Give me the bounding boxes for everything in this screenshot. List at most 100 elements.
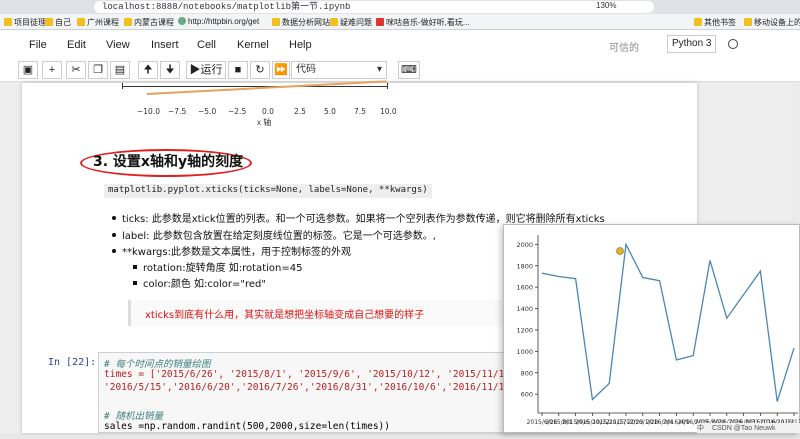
y-tick-label: 2000: [516, 241, 533, 249]
tick-label: 10.0: [380, 107, 397, 116]
folder-icon: [744, 18, 752, 26]
paste-icon[interactable]: ▤: [110, 61, 130, 79]
menu-kernel[interactable]: Kernel: [237, 39, 269, 51]
code-line: times = ['2015/6/26', '2015/8/1', '2015/…: [104, 369, 539, 380]
folder-icon: [272, 18, 280, 26]
chart-figure: 600 800 1000 1200 1400 1600 1800 2000 2015/6/26 2…: [503, 224, 800, 433]
y-tick-label: 1400: [516, 305, 533, 313]
folder-icon: [4, 18, 12, 26]
folder-icon: [45, 18, 53, 26]
tick-label: 2.5: [294, 107, 306, 116]
cell-type-select[interactable]: 代码 ▾: [291, 61, 387, 79]
kernel-status-icon: [728, 39, 738, 49]
watermark: CSDN @Tao Neuwk: [711, 425, 776, 432]
toolbar: ▣ + ✂ ❐ ▤ 🠉 🠋 ▶运行 ■ ↻ ⏩ 代码 ▾ ⌨: [0, 58, 800, 82]
menu-view[interactable]: View: [106, 39, 130, 51]
y-tick-label: 600: [521, 391, 533, 399]
menu-edit[interactable]: Edit: [67, 39, 86, 51]
trusted-indicator[interactable]: 可信的: [609, 39, 639, 54]
bullet-icon: [133, 281, 137, 285]
series-line: [541, 242, 795, 402]
y-tick-label: 1200: [516, 326, 533, 334]
cut-icon[interactable]: ✂: [66, 61, 86, 79]
run-icon: ▶: [189, 64, 201, 76]
y-tick-label: 1800: [516, 262, 533, 270]
code-line: # 每个时间点的销量绘图: [104, 359, 211, 370]
bullet-icon: [112, 233, 116, 237]
plot-axis-right: [387, 83, 388, 89]
run-button[interactable]: ▶运行: [186, 61, 226, 79]
bookmark-item[interactable]: 疑难问题: [330, 17, 372, 28]
bookmark-item[interactable]: 项目徒理: [4, 17, 46, 28]
tick-label: −10.0: [137, 107, 160, 116]
zoom-level[interactable]: 130%: [596, 1, 616, 10]
menu-help[interactable]: Help: [289, 39, 312, 51]
code-cell[interactable]: # 每个时间点的销量绘图 times = ['2015/6/26', '2015…: [98, 352, 539, 433]
bookmark-item[interactable]: 自己: [45, 17, 71, 28]
tick-label: 5.0: [324, 107, 336, 116]
bookmark-item[interactable]: 内蒙古课程: [124, 17, 174, 28]
menu-insert[interactable]: Insert: [151, 39, 179, 51]
music-icon: [376, 18, 384, 26]
run-label: 运行: [200, 64, 223, 76]
cell-prompt: In [22]:: [48, 357, 97, 368]
list-item: rotation:旋转角度 如:rotation=45: [133, 259, 302, 274]
y-tick-label: 800: [521, 369, 533, 377]
line-chart: 6008001000120014001600180020002015/6/262…: [516, 235, 800, 426]
stop-icon[interactable]: ■: [228, 61, 248, 79]
code-line: # 随机出销量: [104, 411, 163, 422]
y-tick-label: 1000: [516, 348, 533, 356]
bookmark-item[interactable]: 数据分析网站: [272, 17, 330, 28]
code-signature: matplotlib.pyplot.xticks(ticks=None, lab…: [104, 184, 432, 198]
list-item: ticks: 此参数是xtick位置的列表。和一个可选参数。如果将一个空列表作为…: [112, 210, 605, 225]
move-down-icon[interactable]: 🠋: [160, 61, 180, 79]
note-text: xticks到底有什么用，其实就是想把坐标轴变成自己想要的样子: [145, 310, 425, 321]
taskbar: 中 CSDN @Tao Neuwk: [697, 423, 800, 433]
save-icon[interactable]: ▣: [18, 61, 38, 79]
menubar: File Edit View Insert Cell Kernel Help 可…: [0, 30, 800, 58]
menu-file[interactable]: File: [29, 39, 47, 51]
y-tick-label: 1600: [516, 284, 533, 292]
tick-label: −5.0: [198, 107, 217, 116]
bookmarks-bar: 项目徒理 自己 广州课程 内蒙古课程 http://httpbin.org/ge…: [0, 14, 800, 30]
bookmark-item[interactable]: 广州课程: [77, 17, 119, 28]
folder-icon: [124, 18, 132, 26]
url-field[interactable]: localhost:8888/notebooks/matplotlib第一节.i…: [94, 1, 654, 13]
cursor-icon: [616, 247, 624, 255]
folder-icon: [330, 18, 338, 26]
folder-icon: [694, 18, 702, 26]
tick-label: 7.5: [354, 107, 366, 116]
code-line: '2016/5/15','2016/6/20','2016/7/26','201…: [104, 382, 533, 393]
restart-icon[interactable]: ↻: [250, 61, 270, 79]
bookmark-item[interactable]: 其他书签: [694, 17, 736, 28]
add-cell-icon[interactable]: +: [42, 61, 62, 79]
folder-icon: [77, 18, 85, 26]
list-item: label: 此参数包含放置在给定刻度线位置的标签。它是一个可选参数。,: [112, 227, 436, 242]
kernel-name[interactable]: Python 3: [667, 35, 717, 53]
chevron-down-icon: ▾: [376, 64, 382, 75]
menu-cell[interactable]: Cell: [197, 39, 216, 51]
list-item: color:颜色 如:color="red": [133, 275, 266, 290]
bullet-icon: [133, 265, 137, 269]
bullet-icon: [112, 216, 116, 220]
keyboard-icon[interactable]: ⌨: [398, 61, 420, 79]
bullet-icon: [112, 249, 116, 253]
bookmark-item[interactable]: 移动设备上的: [744, 17, 800, 28]
x-axis-label: x 轴: [257, 118, 272, 127]
code-line: sales =np.random.randint(500,2000,size=l…: [104, 421, 390, 432]
tick-label: −7.5: [168, 107, 187, 116]
section-heading: 3. 设置x轴和y轴的刻度: [93, 154, 244, 170]
tick-label: 0.0: [262, 107, 274, 116]
tick-label: −2.5: [228, 107, 247, 116]
copy-icon[interactable]: ❐: [88, 61, 108, 79]
scrollbar[interactable]: [792, 83, 800, 224]
bookmark-item[interactable]: http://httpbin.org/get: [178, 17, 259, 26]
bookmark-item[interactable]: 咪咕音乐-做好听,看玩...: [376, 17, 470, 28]
globe-icon: [178, 17, 186, 25]
move-up-icon[interactable]: 🠉: [138, 61, 158, 79]
plot-axis-left: [122, 83, 123, 89]
fast-forward-icon[interactable]: ⏩: [272, 61, 290, 79]
browser-address-bar: localhost:8888/notebooks/matplotlib第一节.i…: [0, 0, 800, 14]
ime-indicator[interactable]: 中: [697, 425, 704, 432]
cell-type-value: 代码: [296, 64, 316, 75]
